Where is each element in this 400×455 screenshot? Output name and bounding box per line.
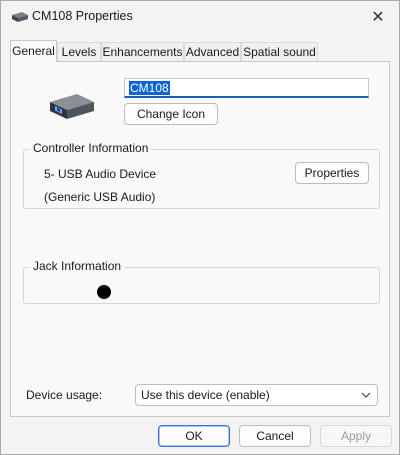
jack-information-group: Jack Information <box>23 259 380 304</box>
close-icon: ✕ <box>371 9 385 26</box>
change-icon-button[interactable]: Change Icon <box>124 103 218 125</box>
device-usage-select[interactable]: Use this device (enable) <box>135 384 378 406</box>
apply-button[interactable]: Apply <box>320 425 392 447</box>
general-panel: CM108 Change Icon Controller Information… <box>10 61 390 417</box>
cancel-button[interactable]: Cancel <box>239 425 311 447</box>
jack-color-indicator <box>97 285 111 299</box>
chevron-down-icon <box>361 392 371 398</box>
controller-name: 5- USB Audio Device <box>44 167 157 181</box>
tab-enhancements[interactable]: Enhancements <box>101 42 184 61</box>
window-title: CM108 Properties <box>32 9 133 23</box>
jack-information-title: Jack Information <box>30 259 125 273</box>
tab-spatial-sound[interactable]: Spatial sound <box>241 42 318 61</box>
controller-properties-button[interactable]: Properties <box>295 162 369 184</box>
controller-information-group: Controller Information 5- USB Audio Devi… <box>23 141 380 209</box>
ok-button[interactable]: OK <box>158 425 230 447</box>
close-button[interactable]: ✕ <box>363 5 393 29</box>
controller-information-title: Controller Information <box>30 141 152 155</box>
sound-card-icon <box>12 12 28 22</box>
properties-window: CM108 Properties ✕ General Levels Enhanc… <box>0 0 400 455</box>
title-bar[interactable]: CM108 Properties ✕ <box>1 1 399 33</box>
device-usage-selected: Use this device (enable) <box>141 388 270 402</box>
tab-advanced[interactable]: Advanced <box>184 42 241 61</box>
device-name-input[interactable]: CM108 <box>124 78 369 98</box>
device-name-selection: CM108 <box>129 81 170 95</box>
controller-driver: (Generic USB Audio) <box>44 190 156 204</box>
tab-levels[interactable]: Levels <box>57 42 101 61</box>
sound-card-icon <box>50 94 94 119</box>
device-usage-label: Device usage: <box>26 388 103 402</box>
tab-general[interactable]: General <box>10 40 57 62</box>
